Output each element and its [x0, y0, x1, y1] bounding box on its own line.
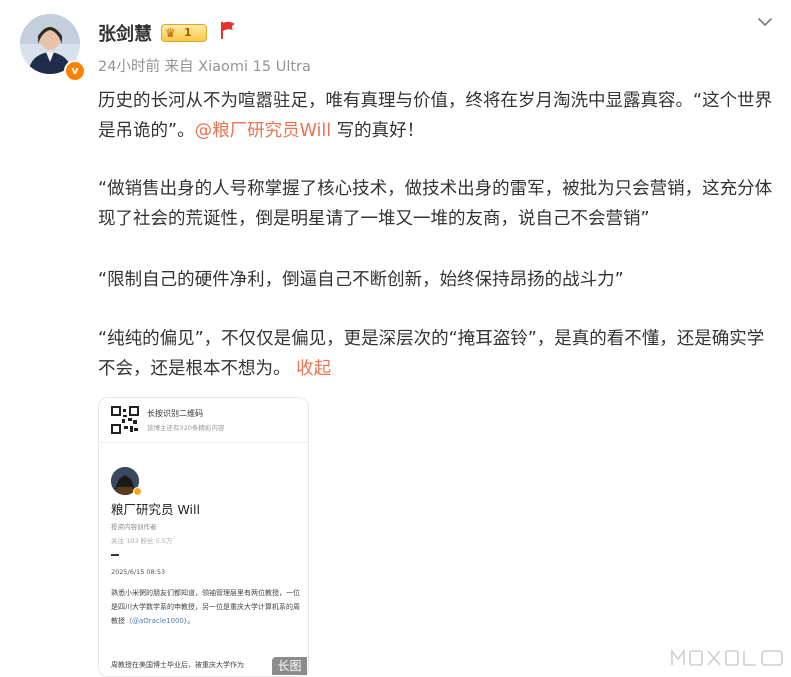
watermark-logo: [668, 645, 786, 669]
post-time[interactable]: 24小时前: [98, 59, 160, 75]
card-text-tail: 周教授在美国博士毕业后，被重庆大学作为: [111, 661, 244, 669]
level-badge[interactable]: ♛ 1: [161, 24, 207, 42]
qr-code: [111, 406, 139, 434]
card-date: 2025/6/15 08:53: [111, 568, 166, 576]
post-meta: 24小时前 来自 Xiaomi 15 Ultra: [98, 55, 311, 76]
card-divider: [99, 442, 308, 443]
crown-icon: ♛: [165, 26, 176, 40]
post-paragraph-2: “做销售出身的人号称掌握了核心技术，做技术出身的雷军，被批为只会营销，这充分体现…: [98, 179, 773, 229]
card-text-part: ）。: [183, 617, 195, 625]
long-image-card[interactable]: 长按识别二维码 该博主还有320条精彩内容 粮厂研究员 Will 投资内容创作者…: [98, 397, 309, 677]
collapse-link[interactable]: 收起: [296, 359, 331, 379]
flag-icon: [219, 20, 237, 44]
level-number: 1: [184, 26, 192, 39]
card-avatar-badge: [133, 487, 142, 496]
post-text: 写的真好！: [331, 121, 425, 141]
card-text: 熟悉小米粥的朋友们都知道，领袖管理层里有两位教授，一位是四川大学数学系的申教授，…: [111, 586, 301, 628]
post-source: 来自 Xiaomi 15 Ultra: [164, 59, 311, 75]
author-name[interactable]: 张剑慧: [98, 20, 152, 46]
long-image-badge: 长图: [272, 657, 307, 675]
mention-link[interactable]: @粮厂研究员Will: [195, 121, 332, 141]
chevron-down-icon[interactable]: [755, 12, 775, 32]
qr-subtitle: 该博主还有320条精彩内容: [147, 424, 225, 432]
post-paragraph-1: 历史的长河从不为喧嚣驻足，唯有真理与价值，终将在岁月淘洗中显露真容。“这个世界是…: [98, 86, 778, 146]
card-dash: [111, 554, 119, 556]
post-text: “纯纯的偏见”，不仅仅是偏见，更是深层次的“掩耳盗铃”，是真的看不懂，还是确实学…: [98, 329, 765, 379]
card-author-role: 投资内容创作者: [111, 523, 157, 531]
post-paragraph-3: “限制自己的硬件净利，倒逼自己不断创新，始终保持昂扬的战斗力”: [98, 270, 624, 290]
card-author-stats: 关注 103 粉丝 5.5万: [111, 537, 173, 545]
qr-title: 长按识别二维码: [147, 409, 203, 418]
card-mention: @aOracle1000: [132, 617, 184, 625]
card-author-name: 粮厂研究员 Will: [111, 502, 200, 517]
post-paragraph-4: “纯纯的偏见”，不仅仅是偏见，更是深层次的“掩耳盗铃”，是真的看不懂，还是确实学…: [98, 324, 778, 384]
verified-badge: v: [64, 60, 86, 82]
